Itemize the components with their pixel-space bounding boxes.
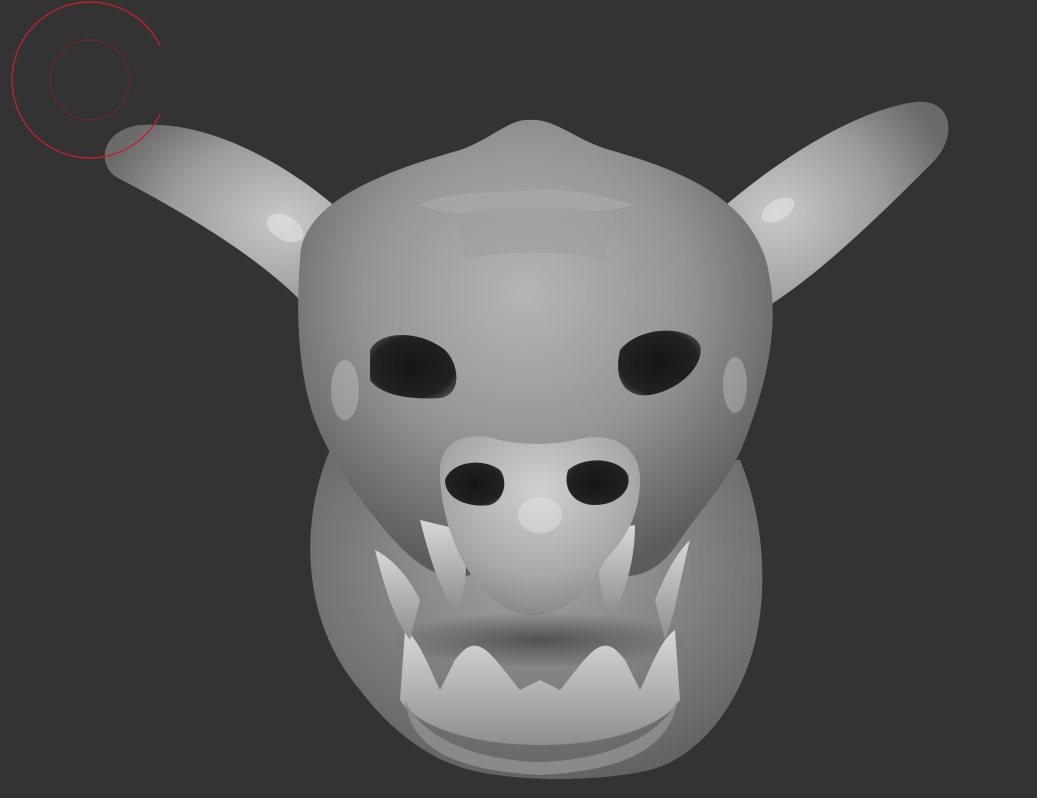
sculpt-viewport[interactable] bbox=[0, 0, 1037, 798]
sculpt-mesh-icon[interactable] bbox=[0, 0, 1037, 798]
